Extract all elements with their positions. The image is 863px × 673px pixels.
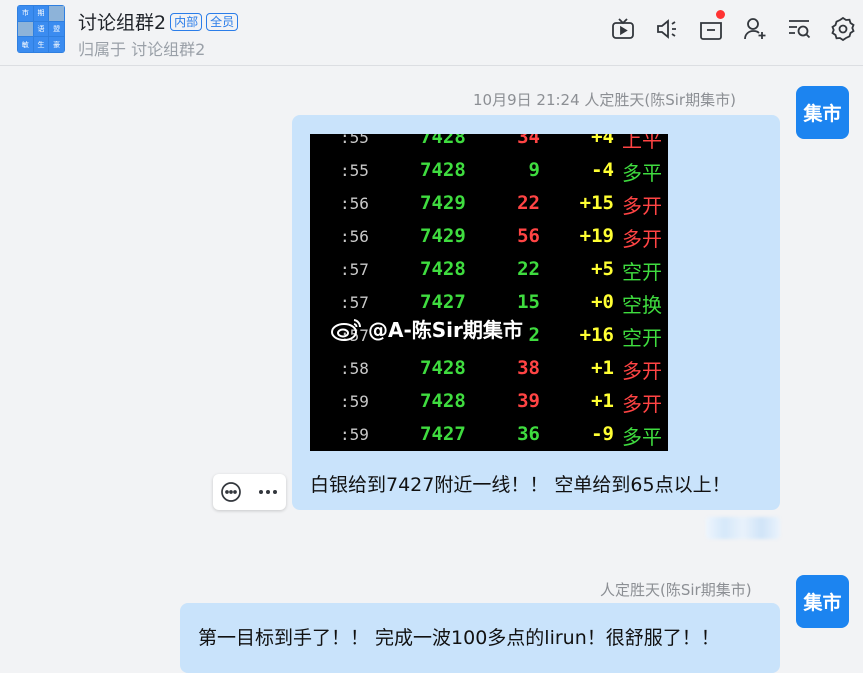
comment-icon[interactable] [220,481,242,503]
avatar-cell: 期 [33,6,49,21]
trade-type: 多开 [622,227,662,251]
trade-volume: 2 [528,324,540,346]
weibo-icon [331,318,362,341]
group-name[interactable]: 讨论组群2 [78,8,166,35]
trade-time: :57 [340,260,369,279]
trade-open-interest: +1 [591,390,614,412]
trade-volume: 36 [517,423,540,445]
trade-row: :55 7428 9 -4 多平 [310,153,668,186]
trade-type: 多开 [622,392,662,416]
trade-volume: 38 [517,357,540,379]
avatar-cell: 市 [18,6,33,21]
trade-price: 7428 [420,258,466,280]
group-avatar[interactable]: 市 期 语 盟 敏 生 豪 [17,5,65,53]
trade-time: :55 [340,161,369,180]
sender-avatar[interactable]: 集市 [796,86,849,139]
trade-ticker-image[interactable]: :55 7428 34 +4 上平 :55 7428 9 -4 多平 :56 7429 22 +… [310,134,668,451]
trade-time: :56 [340,194,369,213]
message-meta: 10月9日 21:24 人定胜天(陈Sir期集市) [473,91,736,109]
add-member-icon[interactable] [741,14,769,44]
trade-price: 7428 [420,159,466,181]
trade-open-interest: -4 [591,159,614,181]
trade-type: 多平 [622,161,662,185]
group-subtitle: 归属于 讨论组群2 [78,40,206,59]
trade-open-interest: +19 [579,225,614,247]
more-icon[interactable] [257,481,279,503]
avatar-cell [18,21,33,37]
folder-icon[interactable] [697,10,725,44]
trade-type: 空开 [622,260,662,284]
trade-row: :56 7429 56 +19 多开 [310,219,668,252]
avatar-cell [49,6,64,21]
trade-price: 7429 [420,225,466,247]
trade-open-interest: +16 [579,324,614,346]
sender-avatar[interactable]: 集市 [796,575,849,628]
trade-row: :59 7427 36 -9 多平 [310,417,668,450]
trade-row: :58 7428 38 +1 多开 [310,351,668,384]
trade-price: 7427 [420,423,466,445]
settings-icon[interactable] [829,14,857,44]
avatar-cell: 盟 [49,21,64,37]
trade-open-interest: -9 [591,423,614,445]
avatar-cell: 豪 [49,37,64,52]
trade-price: 7428 [420,357,466,379]
avatar-cell: 语 [33,21,49,37]
message-text: 第一目标到手了！！ 完成一波100多点的lirun！很舒服了！！ [198,627,720,649]
trade-type: 空换 [622,293,662,317]
tv-icon[interactable] [609,14,637,44]
trade-volume: 22 [517,192,540,214]
trade-volume: 22 [517,258,540,280]
trade-price: 7428 [420,390,466,412]
trade-row-partial: :55 7428 34 +4 上平 [340,134,662,152]
weibo-watermark: @A-陈Sir期集市 [330,314,523,343]
trade-open-interest: +5 [591,258,614,280]
trade-type: 多平 [622,425,662,449]
header-toolbar [609,10,863,44]
trade-type: 空开 [622,326,662,350]
trade-type: 多开 [622,359,662,383]
avatar-cell: 敏 [18,37,33,52]
trade-volume: 56 [517,225,540,247]
group-title: 讨论组群2 内部 全员 [78,8,239,35]
read-receipt-blurred [706,517,780,539]
trade-open-interest: +1 [591,357,614,379]
watermark-text: @A-陈Sir期集市 [368,318,523,342]
message-action-bar [213,474,286,510]
trade-time: :56 [340,227,369,246]
chat-header: 市 期 语 盟 敏 生 豪 讨论组群2 内部 全员 归属于 讨论组群2 [0,0,863,66]
trade-row: :56 7429 22 +15 多开 [310,186,668,219]
message-text: 白银给到7427附近一线！！ 空单给到65点以上！ [310,474,731,496]
avatar-cell: 生 [33,37,49,52]
trade-price: 7427 [420,291,466,313]
search-history-icon[interactable] [785,14,813,44]
notification-dot [716,10,725,19]
tag-internal: 内部 [170,12,203,31]
tag-all-members: 全员 [206,12,239,31]
trade-row: :59 7428 39 +1 多开 [310,384,668,417]
trade-open-interest: +0 [591,291,614,313]
trade-volume: 9 [528,159,540,181]
trade-open-interest: +15 [579,192,614,214]
trade-type: 多开 [622,194,662,218]
voice-icon[interactable] [653,14,681,44]
trade-time: :59 [340,392,369,411]
trade-row: :57 7428 22 +5 空开 [310,252,668,285]
trade-price: 7429 [420,192,466,214]
trade-time: :58 [340,359,369,378]
trade-volume: 15 [517,291,540,313]
message-meta: 人定胜天(陈Sir期集市) [600,581,752,599]
trade-time: :59 [340,425,369,444]
trade-time: :57 [340,293,369,312]
message-bubble[interactable]: 第一目标到手了！！ 完成一波100多点的lirun！很舒服了！！ [180,603,780,673]
message-bubble[interactable]: :55 7428 34 +4 上平 :55 7428 9 -4 多平 :56 7429 22 +… [292,115,780,510]
trade-volume: 39 [517,390,540,412]
